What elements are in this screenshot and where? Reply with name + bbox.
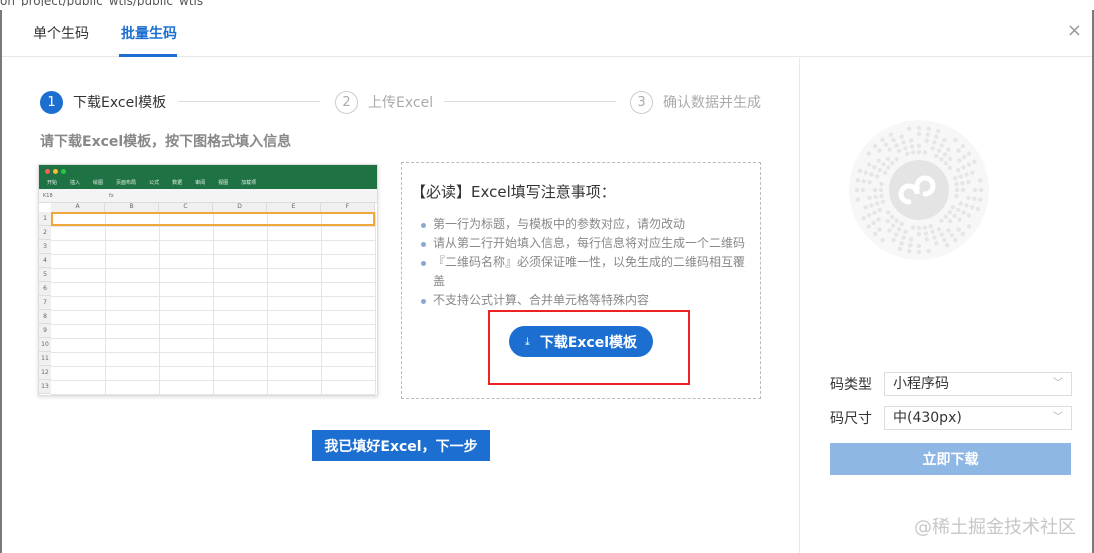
excel-row-header: 11 (39, 352, 51, 366)
code-type-value: 小程序码 (893, 376, 949, 392)
excel-column-header: B (105, 203, 159, 212)
step-2: 2 上传Excel (335, 90, 433, 114)
excel-column-header: E (267, 203, 321, 212)
excel-grid-line (51, 254, 375, 255)
excel-menu-item: 审阅 (195, 180, 206, 186)
download-icon: ⤓ (524, 334, 530, 348)
excel-menu-item: 绘图 (93, 180, 104, 186)
download-template-button[interactable]: ⤓ 下载Excel模板 (509, 326, 653, 357)
chevron-down-icon: ﹀ (1053, 378, 1063, 389)
note-item: 不支持公式计算、合并单元格等特殊内容 (421, 291, 751, 310)
excel-column-header: D (213, 203, 267, 212)
step-1: 1 下载Excel模板 (40, 90, 166, 114)
step-1-label: 下载Excel模板 (73, 95, 167, 111)
excel-row-header: 1 (39, 212, 51, 226)
step-3-number: 3 (630, 90, 653, 114)
excel-grid-line (51, 366, 375, 367)
code-size-label: 码尺寸 (830, 411, 872, 427)
watermark: @稀土掘金技术社区 (914, 517, 1076, 538)
next-step-button[interactable]: 我已填好Excel，下一步 (312, 430, 490, 461)
excel-grid-line (51, 268, 375, 269)
excel-grid-line (51, 324, 375, 325)
step-connector (444, 101, 616, 102)
excel-column-header: A (51, 203, 105, 212)
excel-row-header: 2 (39, 226, 51, 240)
excel-selected-row (51, 212, 375, 226)
excel-formula-bar: K18 fx (39, 189, 377, 203)
batch-main-panel: 1 下载Excel模板 2 上传Excel 3 确认数据并生成 请下载Excel… (2, 58, 800, 553)
active-tab-underline (119, 54, 177, 57)
notes-list: 第一行为标题，与模板中的参数对应，请勿改动 请从第二行开始填入信息，每行信息将对… (421, 215, 751, 310)
step-1-number: 1 (40, 90, 63, 114)
step-2-label: 上传Excel (368, 95, 434, 111)
excel-template-preview: 开始 插入 绘图 页面布局 公式 数据 审阅 视图 加载项 K18 fx ABCDEF12345… (38, 164, 378, 396)
excel-menu-item: 视图 (218, 180, 229, 186)
tab-batch-code[interactable]: 批量生码 (121, 23, 177, 43)
excel-row-header: 13 (39, 380, 51, 394)
formula-fx-icon: fx (109, 193, 114, 199)
excel-row-header: 3 (39, 240, 51, 254)
notes-title: 【必读】Excel填写注意事项： (411, 183, 616, 201)
settings-panel: 码类型 小程序码 ﹀ 码尺寸 中(430px) ﹀ 立即下载 (801, 58, 1092, 553)
excel-row-header: 7 (39, 296, 51, 310)
download-now-button[interactable]: 立即下载 (830, 443, 1071, 475)
close-icon[interactable]: × (1067, 20, 1082, 41)
excel-menu-item: 页面布局 (116, 180, 137, 186)
excel-menu-item: 公式 (149, 180, 160, 186)
excel-row-header: 10 (39, 338, 51, 352)
step-3: 3 确认数据并生成 (630, 90, 761, 114)
step-connector (178, 101, 320, 102)
excel-row-header: 12 (39, 366, 51, 380)
excel-grid-line (375, 212, 376, 394)
note-item: 请从第二行开始填入信息，每行信息将对应生成一个二维码 (421, 234, 751, 253)
note-item: 第一行为标题，与模板中的参数对应，请勿改动 (421, 215, 751, 234)
excel-grid-line (51, 338, 375, 339)
cell-reference: K18 (43, 193, 53, 199)
code-size-value: 中(430px) (893, 410, 962, 426)
excel-grid-line (51, 282, 375, 283)
excel-grid-line (51, 296, 375, 297)
excel-grid-line (51, 352, 375, 353)
code-type-select[interactable]: 小程序码 ﹀ (884, 372, 1072, 396)
excel-menu-item: 开始 (47, 180, 58, 186)
excel-grid-line (51, 380, 375, 381)
excel-grid-line (51, 240, 375, 241)
window-controls-icon (45, 169, 66, 174)
qr-placeholder-icon (849, 120, 989, 260)
excel-menu: 开始 插入 绘图 页面布局 公式 数据 审阅 视图 加载项 (47, 179, 256, 186)
download-template-label: 下载Excel模板 (539, 334, 638, 351)
notes-box: 【必读】Excel填写注意事项： 第一行为标题，与模板中的参数对应，请勿改动 请… (401, 162, 761, 399)
chevron-down-icon: ﹀ (1053, 412, 1063, 423)
excel-column-header: F (321, 203, 375, 212)
excel-ribbon: 开始 插入 绘图 页面布局 公式 数据 审阅 视图 加载项 (39, 165, 377, 189)
step-2-number: 2 (335, 90, 358, 114)
excel-menu-item: 插入 (70, 180, 81, 186)
batch-code-modal: 单个生码 批量生码 × 1 下载Excel模板 2 上传Excel 3 确认数据… (2, 6, 1092, 553)
excel-column-header: C (159, 203, 213, 212)
template-hint: 请下载Excel模板，按下图格式填入信息 (40, 134, 292, 150)
excel-grid-line (51, 226, 375, 227)
excel-row-header: 6 (39, 282, 51, 296)
excel-grid-line (51, 310, 375, 311)
step-3-label: 确认数据并生成 (663, 95, 761, 111)
note-item: 『二维码名称』必须保证唯一性，以免生成的二维码相互覆盖 (421, 253, 751, 291)
excel-menu-item: 数据 (172, 180, 183, 186)
excel-row-header: 8 (39, 310, 51, 324)
code-type-label: 码类型 (830, 377, 872, 393)
code-size-select[interactable]: 中(430px) ﹀ (884, 406, 1072, 430)
excel-row-header: 9 (39, 324, 51, 338)
excel-menu-item: 加载项 (241, 180, 257, 186)
excel-row-header: 5 (39, 268, 51, 282)
tab-bar: 单个生码 批量生码 × (2, 6, 1092, 57)
excel-grid-line (51, 394, 375, 395)
tab-single-code[interactable]: 单个生码 (33, 23, 89, 43)
excel-row-header: 4 (39, 254, 51, 268)
